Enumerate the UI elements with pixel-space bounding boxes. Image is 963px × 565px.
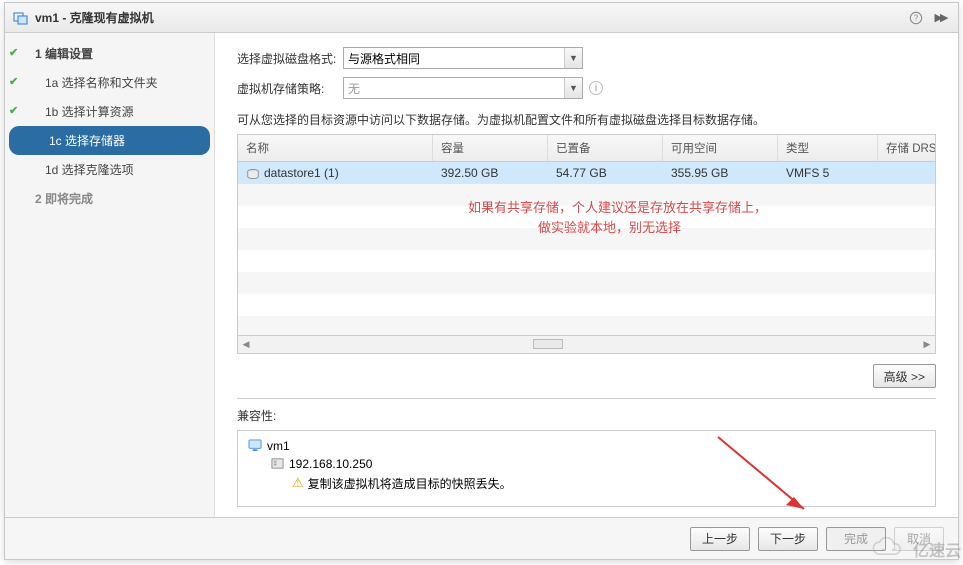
- step-2-ready[interactable]: 2 即将完成: [5, 184, 214, 213]
- table-body[interactable]: datastore1 (1) 392.50 GB 54.77 GB 355.95…: [238, 162, 935, 335]
- disk-format-label: 选择虚拟磁盘格式:: [237, 50, 343, 67]
- back-button[interactable]: 上一步: [690, 527, 750, 551]
- policy-label: 虚拟机存储策略:: [237, 80, 343, 97]
- host-icon: [270, 457, 285, 470]
- check-icon: ✔: [9, 46, 21, 58]
- annotation-line1: 如果有共享存储，个人建议还是存放在共享存储上，: [468, 198, 767, 218]
- storage-description: 可从您选择的目标资源中访问以下数据存储。为虚拟机配置文件和所有虚拟磁盘选择目标数…: [237, 111, 936, 128]
- vm-clone-icon: [13, 10, 29, 26]
- compatibility-box: vm1 192.168.10.250 ⚠ 复制该虚拟机将造成目标的快照丢失。: [237, 430, 936, 507]
- annotation-line2: 做实验就本地，别无选择: [468, 218, 767, 238]
- step-label: 1 编辑设置: [35, 45, 93, 62]
- watermark: 亿速云: [867, 537, 961, 561]
- cloud-icon: [867, 537, 909, 561]
- annotation-note: 如果有共享存储，个人建议还是存放在共享存储上， 做实验就本地，别无选择: [468, 198, 767, 237]
- content-panel: 选择虚拟磁盘格式: 与源格式相同 ▼ 虚拟机存储策略: 无 ▼ i 可从您选择的…: [215, 33, 958, 517]
- disk-format-select[interactable]: 与源格式相同 ▼: [343, 47, 583, 69]
- cell-provisioned: 54.77 GB: [548, 162, 663, 185]
- step-1a-name-folder[interactable]: ✔ 1a 选择名称和文件夹: [5, 68, 214, 97]
- watermark-text: 亿速云: [913, 537, 961, 561]
- warning-icon: ⚠: [292, 475, 304, 491]
- scroll-right-icon[interactable]: ▶: [919, 336, 935, 353]
- datastore-table: 名称 容量 已置备 可用空间 类型 存储 DRS datastore1 (1) …: [237, 134, 936, 354]
- tree-host-label: 192.168.10.250: [289, 457, 372, 471]
- col-storage-drs[interactable]: 存储 DRS: [878, 135, 935, 161]
- step-1c-storage[interactable]: 1c 选择存储器: [9, 126, 210, 155]
- step-label: 1a 选择名称和文件夹: [45, 74, 158, 91]
- scroll-track[interactable]: [254, 336, 919, 353]
- step-1b-compute[interactable]: ✔ 1b 选择计算资源: [5, 97, 214, 126]
- tree-warning-text: 复制该虚拟机将造成目标的快照丢失。: [308, 475, 512, 492]
- cell-capacity: 392.50 GB: [433, 162, 548, 185]
- horizontal-scrollbar[interactable]: ◀ ▶: [238, 335, 935, 353]
- step-label: 2 即将完成: [35, 190, 93, 207]
- cell-name: datastore1 (1): [238, 162, 433, 185]
- tree-vm-label: vm1: [267, 439, 290, 453]
- cell-type: VMFS 5: [778, 162, 878, 185]
- advanced-button[interactable]: 高级 >>: [873, 364, 936, 388]
- datastore-name: datastore1 (1): [264, 166, 339, 180]
- step-1d-clone-options[interactable]: 1d 选择克隆选项: [5, 155, 214, 184]
- collapse-button[interactable]: ▶▶: [930, 8, 950, 28]
- col-type[interactable]: 类型: [778, 135, 878, 161]
- check-icon: ✔: [9, 75, 21, 87]
- vm-icon: [248, 439, 263, 452]
- chevron-down-icon: ▼: [564, 78, 582, 98]
- col-capacity[interactable]: 容量: [433, 135, 548, 161]
- tree-host[interactable]: 192.168.10.250: [248, 455, 925, 473]
- tree-warning: ⚠ 复制该虚拟机将造成目标的快照丢失。: [248, 473, 925, 494]
- next-button[interactable]: 下一步: [758, 527, 818, 551]
- step-label: 1d 选择克隆选项: [45, 161, 134, 178]
- clone-vm-dialog: vm1 - 克隆现有虚拟机 ? ▶▶ ✔ 1 编辑设置 ✔ 1a 选择名称和文件…: [4, 2, 959, 560]
- col-free[interactable]: 可用空间: [663, 135, 778, 161]
- compatibility-label: 兼容性:: [237, 407, 936, 424]
- help-button[interactable]: ?: [906, 8, 926, 28]
- step-1-edit-settings[interactable]: ✔ 1 编辑设置: [5, 39, 214, 68]
- chevron-down-icon: ▼: [564, 48, 582, 68]
- finish-label: 完成: [844, 530, 868, 547]
- table-header: 名称 容量 已置备 可用空间 类型 存储 DRS: [238, 135, 935, 162]
- step-label: 1c 选择存储器: [49, 132, 125, 149]
- table-row[interactable]: datastore1 (1) 392.50 GB 54.77 GB 355.95…: [238, 162, 935, 184]
- help-icon: ?: [909, 11, 923, 25]
- disk-format-value: 与源格式相同: [348, 50, 420, 67]
- back-label: 上一步: [702, 530, 738, 547]
- col-provisioned[interactable]: 已置备: [548, 135, 663, 161]
- cell-drs: [878, 168, 935, 178]
- col-name[interactable]: 名称: [238, 135, 433, 161]
- wizard-sidebar: ✔ 1 编辑设置 ✔ 1a 选择名称和文件夹 ✔ 1b 选择计算资源 1c 选择…: [5, 33, 215, 517]
- scroll-grip[interactable]: [533, 339, 563, 349]
- next-label: 下一步: [770, 530, 806, 547]
- separator: [237, 398, 936, 399]
- svg-text:?: ?: [914, 13, 919, 22]
- chevron-right-icon: ▶▶: [935, 11, 946, 24]
- cell-free: 355.95 GB: [663, 162, 778, 185]
- policy-value: 无: [348, 80, 360, 97]
- check-icon: ✔: [9, 104, 21, 116]
- advanced-label: 高级 >>: [884, 368, 925, 385]
- titlebar: vm1 - 克隆现有虚拟机 ? ▶▶: [5, 3, 958, 33]
- step-label: 1b 选择计算资源: [45, 103, 134, 120]
- scroll-left-icon[interactable]: ◀: [238, 336, 254, 353]
- storage-policy-select[interactable]: 无 ▼: [343, 77, 583, 99]
- info-icon[interactable]: i: [589, 81, 603, 95]
- tree-vm[interactable]: vm1: [248, 437, 925, 455]
- dialog-title: vm1 - 克隆现有虚拟机: [35, 9, 154, 26]
- dialog-footer: 上一步 下一步 完成 取消: [5, 517, 958, 559]
- datastore-icon: [246, 168, 260, 180]
